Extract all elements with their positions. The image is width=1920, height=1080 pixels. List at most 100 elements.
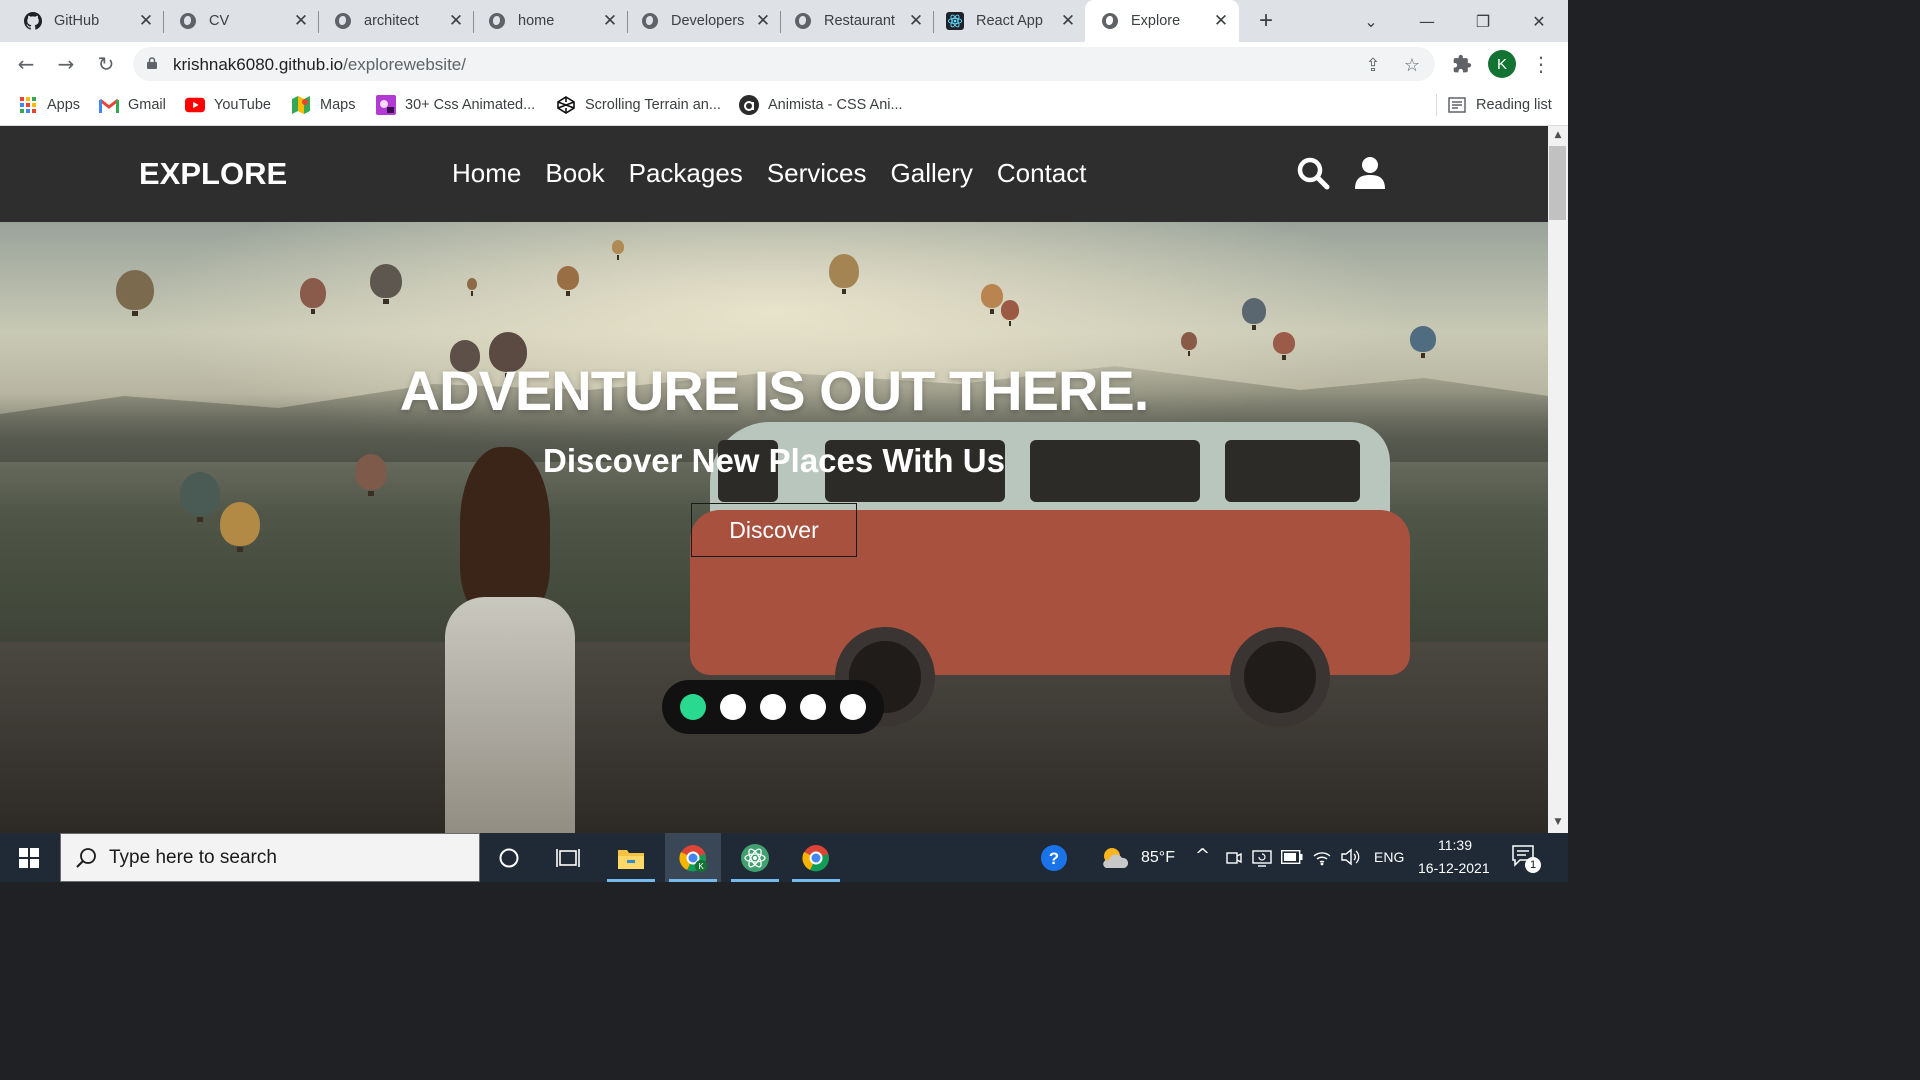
tab-github[interactable]: GitHub ✕ [0,0,164,42]
nav-packages[interactable]: Packages [629,158,743,189]
restore-button[interactable]: ❐ [1455,0,1511,42]
weather-temperature[interactable]: 85°F [1141,849,1175,867]
search-icon[interactable] [1296,156,1330,190]
nav-book[interactable]: Book [545,158,604,189]
nav-contact[interactable]: Contact [997,158,1087,189]
close-icon[interactable]: ✕ [1211,11,1231,31]
slider-dot-2[interactable] [720,694,746,720]
user-icon[interactable] [1353,156,1387,190]
maps-icon [291,96,311,114]
tab-developers[interactable]: Developers ✕ [617,0,781,42]
balloon-image [557,266,579,296]
minimize-button[interactable]: — [1399,0,1455,42]
svg-text:K: K [698,862,704,871]
new-tab-button[interactable]: + [1252,7,1280,35]
tab-react-app[interactable]: React App ✕ [922,0,1086,42]
url-host: krishnak6080.github.io [173,55,344,74]
profile-avatar[interactable]: K [1488,50,1516,78]
bookmark-scrolling-terrain[interactable]: Scrolling Terrain an... [556,94,721,116]
browser-toolbar: ← → ↻ krishnak6080.github.io/explorewebs… [0,42,1568,86]
scroll-thumb[interactable] [1549,146,1566,220]
slider-dot-4[interactable] [800,694,826,720]
globe-icon [1101,12,1119,30]
chrome-icon[interactable] [788,833,844,882]
reading-list-label: Reading list [1476,97,1552,113]
nav-home[interactable]: Home [452,158,521,189]
site-logo[interactable]: EXPLORE [139,156,287,192]
tab-explore[interactable]: Explore ✕ [1085,0,1239,42]
notifications-button[interactable]: 1 [1512,845,1542,873]
clock-date[interactable]: 16-12-2021 [1418,860,1490,876]
close-window-button[interactable]: ✕ [1511,0,1567,42]
tab-strip: GitHub ✕ CV ✕ architect ✕ home ✕ Develop… [0,0,1568,42]
balloon-image [1181,332,1197,356]
extensions-icon[interactable] [1451,53,1473,75]
address-bar[interactable]: krishnak6080.github.io/explorewebsite/ ⇪… [133,47,1435,81]
weather-icon[interactable] [1094,833,1134,882]
bookmark-css-animated[interactable]: 30+ Css Animated... [376,94,535,116]
help-icon[interactable]: ? [1026,833,1082,882]
bookmark-maps[interactable]: Maps [291,94,355,116]
atom-editor-icon[interactable] [727,833,783,882]
menu-icon[interactable]: ⋮ [1530,50,1552,78]
share-icon[interactable]: ⇪ [1362,54,1384,76]
scroll-up-icon[interactable]: ▲ [1552,130,1564,142]
chevron-up-icon[interactable]: ^ [1195,845,1210,866]
balloon-image [1273,332,1295,360]
bookmark-youtube[interactable]: YouTube [185,94,271,116]
globe-icon [179,12,197,30]
site-header: EXPLORE Home Book Packages Services Gall… [0,126,1548,222]
github-icon [24,12,42,30]
chrome-profile-icon[interactable]: K [665,833,721,882]
nav-gallery[interactable]: Gallery [891,158,973,189]
codepen-icon [556,96,576,114]
discover-button[interactable]: Discover [691,503,857,557]
balloon-image [300,278,326,314]
cortana-icon[interactable] [481,833,537,882]
balloon-image [116,270,154,316]
bookmark-gmail[interactable]: Gmail [99,94,166,116]
volume-icon[interactable] [1340,848,1360,866]
file-explorer-icon[interactable] [603,833,659,882]
youtube-icon [185,96,205,114]
apps-grid-icon [18,96,38,114]
tab-architect[interactable]: architect ✕ [310,0,474,42]
reading-list-button[interactable]: Reading list [1436,94,1552,116]
slider-dot-1[interactable] [680,694,706,720]
clock-time[interactable]: 11:39 [1438,837,1472,853]
balloon-image [220,502,260,552]
wifi-icon[interactable] [1312,848,1332,866]
tab-title: Restaurant [824,13,895,29]
slider-dot-3[interactable] [760,694,786,720]
reload-button[interactable]: ↻ [92,50,120,78]
display-sync-icon[interactable] [1252,848,1272,868]
lock-icon [147,57,157,69]
tab-cv[interactable]: CV ✕ [155,0,319,42]
windows-start-button[interactable] [0,833,58,882]
task-view-icon[interactable] [540,833,596,882]
nav-services[interactable]: Services [767,158,867,189]
balloon-image [1410,326,1436,358]
scroll-down-icon[interactable]: ▼ [1552,817,1564,829]
tab-restaurant[interactable]: Restaurant ✕ [770,0,934,42]
close-icon[interactable]: ✕ [291,11,311,31]
battery-icon[interactable] [1281,850,1303,864]
tab-home[interactable]: home ✕ [464,0,628,42]
forward-button[interactable]: → [52,50,80,78]
close-icon[interactable]: ✕ [1058,11,1078,31]
slider-dot-5[interactable] [840,694,866,720]
bookmark-star-icon[interactable]: ☆ [1401,54,1423,76]
bookmark-apps[interactable]: Apps [18,94,80,116]
bookmark-animista[interactable]: Animista - CSS Ani... [739,94,903,116]
tab-search-icon[interactable]: ⌄ [1343,0,1399,42]
taskbar-search-box[interactable]: Type here to search [60,833,480,882]
back-button[interactable]: ← [12,50,40,78]
search-icon [76,847,96,868]
close-icon[interactable]: ✕ [446,11,466,31]
windows-icon [19,847,39,868]
language-indicator[interactable]: ENG [1374,849,1404,865]
close-icon[interactable]: ✕ [136,11,156,31]
page-scrollbar[interactable]: ▲ ▼ [1548,126,1568,833]
svg-text:?: ? [1049,849,1059,868]
meet-now-icon[interactable] [1225,849,1243,867]
